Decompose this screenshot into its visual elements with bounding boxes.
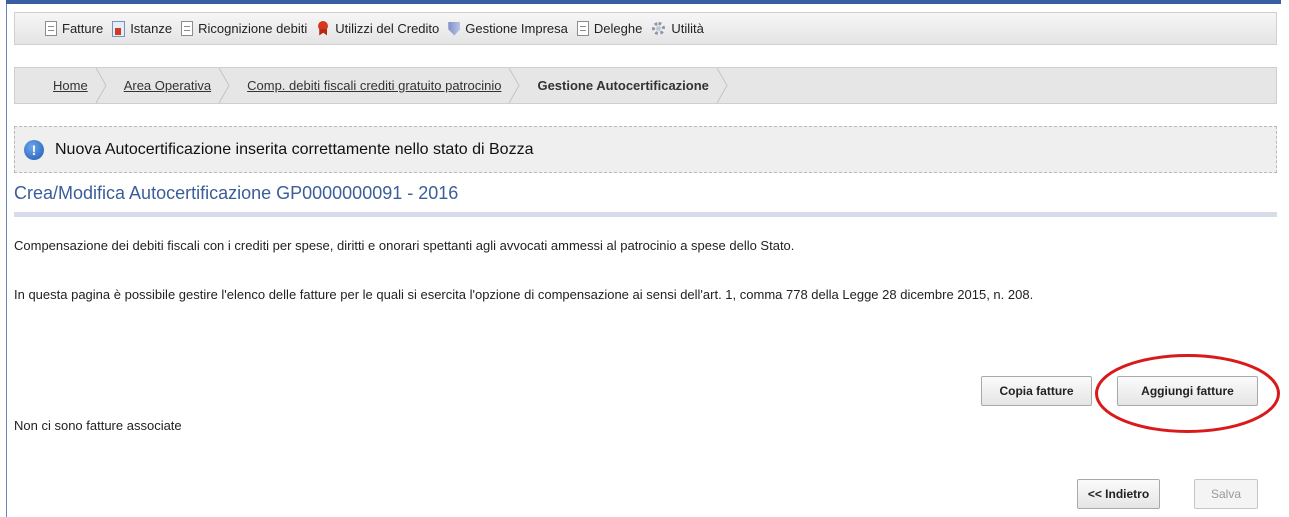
- breadcrumb-item-comp-debiti: Comp. debiti fiscali crediti gratuito pa…: [225, 68, 521, 103]
- breadcrumb-link[interactable]: Home: [53, 78, 88, 93]
- empty-invoices-message: Non ci sono fatture associate: [14, 418, 182, 433]
- description-text: Compensazione dei debiti fiscali con i c…: [14, 238, 795, 253]
- copy-invoices-button[interactable]: Copia fatture: [981, 376, 1092, 406]
- ribbon-icon: [316, 20, 330, 37]
- instructions-text: In questa pagina è possibile gestire l'e…: [14, 287, 1034, 302]
- shield-icon: [448, 21, 460, 37]
- menu-item-label: Utilizzi del Credito: [335, 21, 440, 36]
- save-button[interactable]: Salva: [1194, 479, 1258, 509]
- menu-item-fatture[interactable]: Fatture: [45, 21, 103, 36]
- page-top-border: [6, 0, 1281, 4]
- back-button[interactable]: << Indietro: [1077, 479, 1160, 509]
- breadcrumb-link[interactable]: Comp. debiti fiscali crediti gratuito pa…: [247, 78, 501, 93]
- menu-item-label: Istanze: [130, 21, 173, 36]
- gear-icon: [651, 21, 666, 37]
- document-icon: [576, 21, 589, 36]
- title-divider: [14, 212, 1277, 217]
- document-icon: [181, 21, 194, 36]
- info-icon: !: [24, 139, 44, 160]
- menu-item-label: Utilità: [671, 21, 704, 36]
- breadcrumb-current: Gestione Autocertificazione: [515, 68, 728, 103]
- istanze-icon: [112, 20, 126, 37]
- breadcrumb: Home Area Operativa Comp. debiti fiscali…: [14, 67, 1277, 104]
- breadcrumb-item-area-operativa: Area Operativa: [102, 68, 230, 103]
- menu-item-utilita[interactable]: Utilità: [651, 21, 704, 37]
- breadcrumb-current-label: Gestione Autocertificazione: [537, 78, 709, 93]
- menu-item-label: Deleghe: [593, 21, 643, 36]
- add-invoices-button[interactable]: Aggiungi fatture: [1117, 376, 1258, 406]
- menu-item-gestione-impresa[interactable]: Gestione Impresa: [448, 21, 568, 37]
- info-notice: ! Nuova Autocertificazione inserita corr…: [14, 126, 1277, 173]
- page-title: Crea/Modifica Autocertificazione GP00000…: [14, 183, 459, 203]
- menu-item-utilizzi-credito[interactable]: Utilizzi del Credito: [316, 20, 440, 37]
- page-left-border: [6, 0, 7, 517]
- top-menu: Fatture Istanze Ricognizione debiti Util…: [14, 12, 1277, 45]
- document-icon: [45, 21, 57, 36]
- notice-text: Nuova Autocertificazione inserita corret…: [55, 140, 534, 158]
- menu-item-ricognizione-debiti[interactable]: Ricognizione debiti: [181, 21, 307, 36]
- breadcrumb-separator: [716, 68, 729, 103]
- menu-item-istanze[interactable]: Istanze: [112, 20, 173, 37]
- menu-item-label: Fatture: [62, 21, 104, 36]
- breadcrumb-link[interactable]: Area Operativa: [124, 78, 211, 93]
- breadcrumb-item-home: Home: [15, 68, 107, 103]
- menu-item-label: Gestione Impresa: [465, 21, 568, 36]
- menu-item-label: Ricognizione debiti: [198, 21, 308, 36]
- menu-item-deleghe[interactable]: Deleghe: [576, 21, 643, 36]
